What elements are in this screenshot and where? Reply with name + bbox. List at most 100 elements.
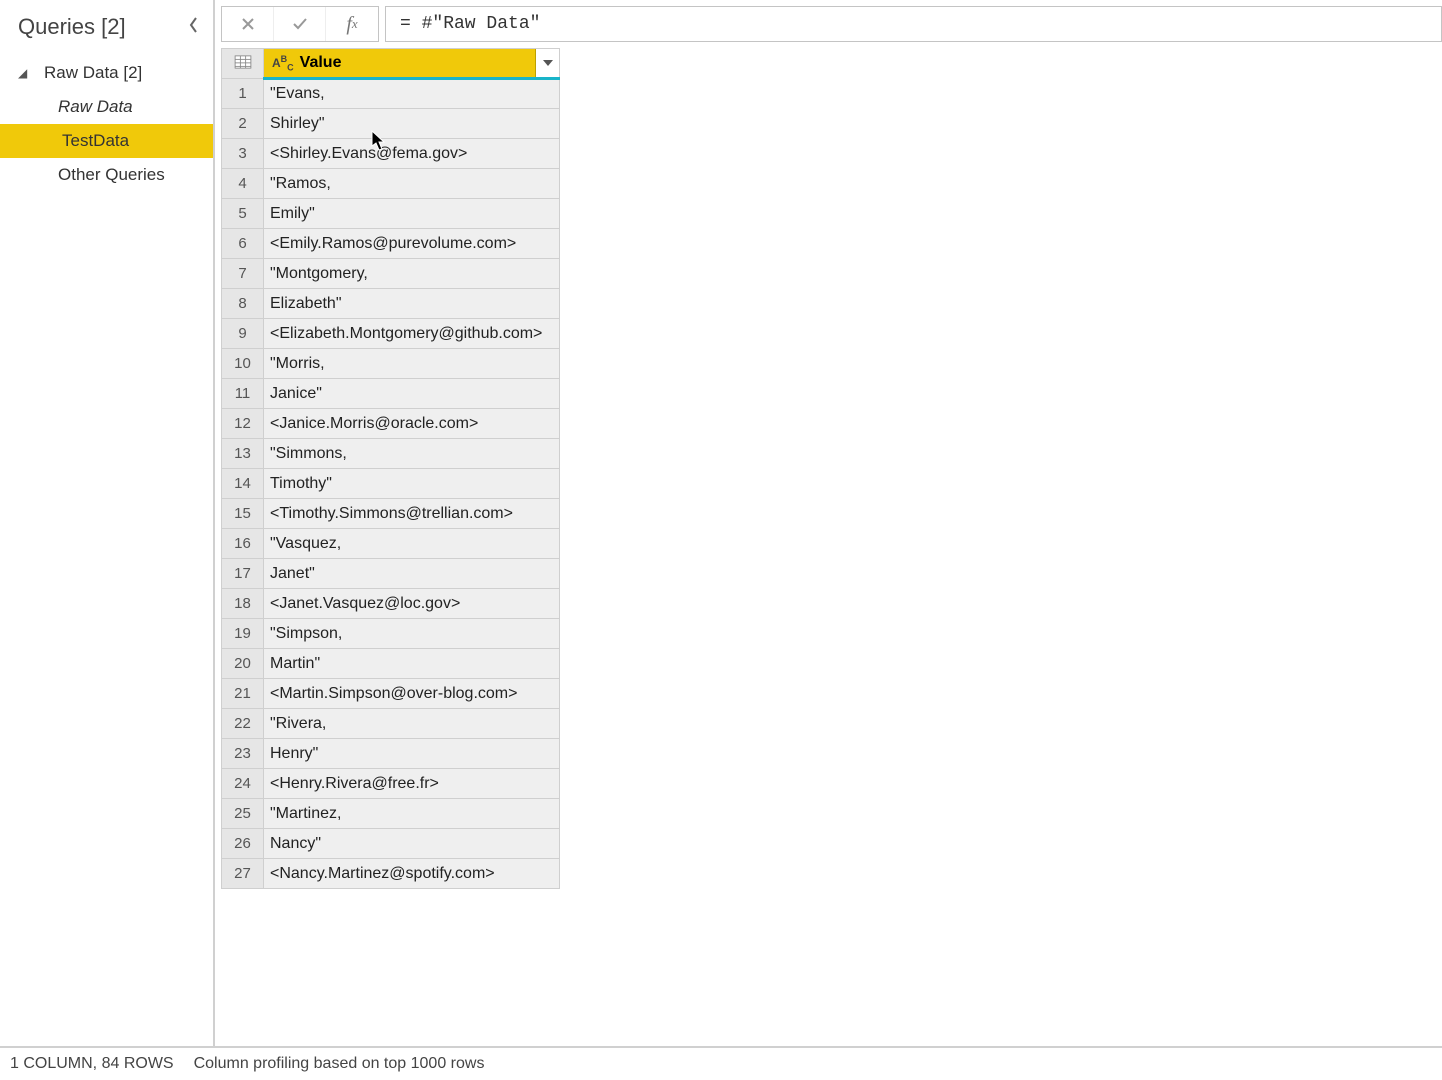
table-row[interactable]: 4"Ramos, <box>222 169 560 199</box>
type-text-icon: ABC <box>272 54 294 72</box>
row-number[interactable]: 14 <box>222 469 264 499</box>
table-row[interactable]: 6<Emily.Ramos@purevolume.com> <box>222 229 560 259</box>
status-bar: 1 COLUMN, 84 ROWS Column profiling based… <box>0 1046 1442 1080</box>
table-row[interactable]: 11Janice" <box>222 379 560 409</box>
cell-value[interactable]: <Martin.Simpson@over-blog.com> <box>264 679 560 709</box>
row-number[interactable]: 26 <box>222 829 264 859</box>
column-filter-button[interactable] <box>535 49 559 77</box>
cell-value[interactable]: Martin" <box>264 649 560 679</box>
row-number[interactable]: 24 <box>222 769 264 799</box>
sidebar-item-other-queries[interactable]: Other Queries <box>0 158 213 192</box>
table-row[interactable]: 18<Janet.Vasquez@loc.gov> <box>222 589 560 619</box>
table-row[interactable]: 27<Nancy.Martinez@spotify.com> <box>222 859 560 889</box>
row-number[interactable]: 2 <box>222 109 264 139</box>
row-number[interactable]: 4 <box>222 169 264 199</box>
row-number[interactable]: 23 <box>222 739 264 769</box>
table-row[interactable]: 9<Elizabeth.Montgomery@github.com> <box>222 319 560 349</box>
cell-value[interactable]: <Henry.Rivera@free.fr> <box>264 769 560 799</box>
table-row[interactable]: 10"Morris, <box>222 349 560 379</box>
table-row[interactable]: 17Janet" <box>222 559 560 589</box>
commit-formula-button[interactable] <box>274 7 326 41</box>
table-row[interactable]: 2Shirley" <box>222 109 560 139</box>
formula-input[interactable]: = #"Raw Data" <box>385 6 1442 42</box>
row-number[interactable]: 5 <box>222 199 264 229</box>
cell-value[interactable]: "Simmons, <box>264 439 560 469</box>
sidebar-item-testdata[interactable]: TestData <box>0 124 213 158</box>
row-number[interactable]: 1 <box>222 79 264 109</box>
select-all-corner[interactable] <box>222 49 264 79</box>
cell-value[interactable]: "Martinez, <box>264 799 560 829</box>
cell-value[interactable]: Shirley" <box>264 109 560 139</box>
sidebar-item-label: Raw Data [2] <box>44 63 142 83</box>
cell-value[interactable]: Janice" <box>264 379 560 409</box>
table-row[interactable]: 13"Simmons, <box>222 439 560 469</box>
row-number[interactable]: 27 <box>222 859 264 889</box>
sidebar-title: Queries [2] <box>18 14 126 40</box>
row-number[interactable]: 22 <box>222 709 264 739</box>
fx-icon[interactable]: fx <box>326 7 378 41</box>
table-row[interactable]: 15<Timothy.Simmons@trellian.com> <box>222 499 560 529</box>
column-header-value[interactable]: ABC Value <box>264 49 560 79</box>
table-row[interactable]: 22"Rivera, <box>222 709 560 739</box>
row-number[interactable]: 17 <box>222 559 264 589</box>
cell-value[interactable]: <Janet.Vasquez@loc.gov> <box>264 589 560 619</box>
cell-value[interactable]: Elizabeth" <box>264 289 560 319</box>
row-number[interactable]: 15 <box>222 499 264 529</box>
cell-value[interactable]: Emily" <box>264 199 560 229</box>
row-number[interactable]: 13 <box>222 439 264 469</box>
cell-value[interactable]: <Timothy.Simmons@trellian.com> <box>264 499 560 529</box>
table-row[interactable]: 26Nancy" <box>222 829 560 859</box>
row-number[interactable]: 7 <box>222 259 264 289</box>
table-row[interactable]: 1"Evans, <box>222 79 560 109</box>
row-number[interactable]: 20 <box>222 649 264 679</box>
queries-sidebar: Queries [2] ◢ Raw Data [2] Raw DataTestDat… <box>0 0 215 1046</box>
row-number[interactable]: 12 <box>222 409 264 439</box>
cell-value[interactable]: "Simpson, <box>264 619 560 649</box>
table-row[interactable]: 21<Martin.Simpson@over-blog.com> <box>222 679 560 709</box>
table-row[interactable]: 7"Montgomery, <box>222 259 560 289</box>
collapse-sidebar-button[interactable] <box>189 17 201 38</box>
table-row[interactable]: 3<Shirley.Evans@fema.gov> <box>222 139 560 169</box>
cell-value[interactable]: "Vasquez, <box>264 529 560 559</box>
row-number[interactable]: 11 <box>222 379 264 409</box>
table-row[interactable]: 14Timothy" <box>222 469 560 499</box>
row-number[interactable]: 18 <box>222 589 264 619</box>
row-number[interactable]: 16 <box>222 529 264 559</box>
table-row[interactable]: 25"Martinez, <box>222 799 560 829</box>
cell-value[interactable]: <Shirley.Evans@fema.gov> <box>264 139 560 169</box>
expand-toggle-icon[interactable]: ◢ <box>18 66 30 80</box>
table-row[interactable]: 8Elizabeth" <box>222 289 560 319</box>
row-number[interactable]: 21 <box>222 679 264 709</box>
cancel-formula-button[interactable] <box>222 7 274 41</box>
sidebar-item-raw-data-2-[interactable]: ◢ Raw Data [2] <box>0 56 213 90</box>
row-number[interactable]: 9 <box>222 319 264 349</box>
cell-value[interactable]: "Morris, <box>264 349 560 379</box>
table-row[interactable]: 5Emily" <box>222 199 560 229</box>
data-grid[interactable]: ABC Value 1"Evans,2Shirley"3<Shirley.Eva… <box>215 48 1442 1046</box>
cell-value[interactable]: "Rivera, <box>264 709 560 739</box>
cell-value[interactable]: <Emily.Ramos@purevolume.com> <box>264 229 560 259</box>
table-row[interactable]: 19"Simpson, <box>222 619 560 649</box>
table-row[interactable]: 23Henry" <box>222 739 560 769</box>
cell-value[interactable]: <Janice.Morris@oracle.com> <box>264 409 560 439</box>
table-row[interactable]: 20Martin" <box>222 649 560 679</box>
cell-value[interactable]: "Ramos, <box>264 169 560 199</box>
row-number[interactable]: 8 <box>222 289 264 319</box>
row-number[interactable]: 6 <box>222 229 264 259</box>
cell-value[interactable]: <Elizabeth.Montgomery@github.com> <box>264 319 560 349</box>
table-row[interactable]: 12<Janice.Morris@oracle.com> <box>222 409 560 439</box>
cell-value[interactable]: Timothy" <box>264 469 560 499</box>
cell-value[interactable]: "Evans, <box>264 79 560 109</box>
table-row[interactable]: 24<Henry.Rivera@free.fr> <box>222 769 560 799</box>
cell-value[interactable]: Henry" <box>264 739 560 769</box>
row-number[interactable]: 19 <box>222 619 264 649</box>
row-number[interactable]: 25 <box>222 799 264 829</box>
row-number[interactable]: 10 <box>222 349 264 379</box>
cell-value[interactable]: <Nancy.Martinez@spotify.com> <box>264 859 560 889</box>
table-row[interactable]: 16"Vasquez, <box>222 529 560 559</box>
cell-value[interactable]: "Montgomery, <box>264 259 560 289</box>
cell-value[interactable]: Janet" <box>264 559 560 589</box>
row-number[interactable]: 3 <box>222 139 264 169</box>
cell-value[interactable]: Nancy" <box>264 829 560 859</box>
sidebar-item-raw-data[interactable]: Raw Data <box>0 90 213 124</box>
